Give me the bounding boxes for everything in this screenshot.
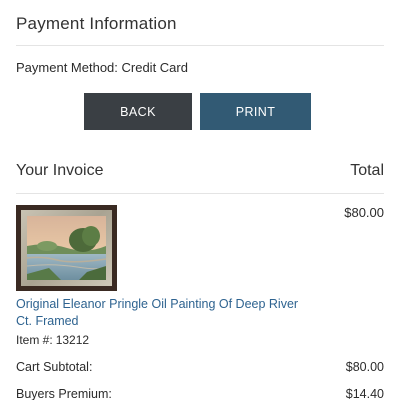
summary-row-buyers-premium: Buyers Premium: $14.40 — [16, 387, 384, 400]
print-button[interactable]: PRINT — [200, 93, 311, 130]
picture-frame — [21, 210, 112, 286]
item-number-value: 13212 — [55, 333, 90, 347]
summary-row-subtotal: Cart Subtotal: $80.00 — [16, 360, 384, 374]
subtotal-label: Cart Subtotal: — [16, 360, 93, 374]
invoice-heading: Your Invoice — [16, 162, 104, 179]
landscape-painting-icon — [27, 216, 106, 280]
invoice-page: Payment Information Payment Method: Cred… — [0, 0, 400, 400]
item-number: Item #: 13212 — [16, 333, 89, 347]
divider — [16, 45, 384, 46]
item-number-label: Item #: — [16, 333, 53, 347]
payment-method-text: Payment Method: Credit Card — [16, 60, 188, 75]
buyers-premium-value: $14.40 — [345, 387, 384, 400]
painting-image — [27, 216, 106, 280]
action-buttons: BACK PRINT — [0, 93, 400, 130]
divider — [16, 193, 384, 194]
item-price: $80.00 — [344, 205, 384, 220]
total-column-heading: Total — [350, 162, 384, 179]
back-button[interactable]: BACK — [84, 93, 192, 130]
subtotal-value: $80.00 — [345, 360, 384, 374]
item-thumbnail[interactable] — [16, 205, 117, 291]
item-title-link[interactable]: Original Eleanor Pringle Oil Painting Of… — [16, 296, 306, 330]
payment-info-heading: Payment Information — [16, 14, 177, 33]
buyers-premium-label: Buyers Premium: — [16, 387, 112, 400]
